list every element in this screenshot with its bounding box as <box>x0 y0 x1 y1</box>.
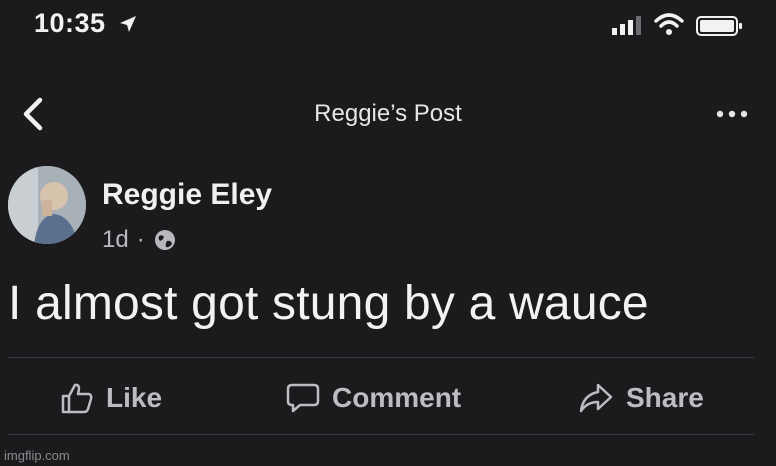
more-dots-icon[interactable] <box>712 100 752 128</box>
wifi-icon <box>654 13 684 35</box>
watermark: imgflip.com <box>4 448 70 463</box>
comment-button[interactable]: Comment <box>286 378 461 418</box>
location-arrow-icon <box>120 16 136 32</box>
post-screen: 10:35 Reggie’s Post Reggie Eley 1d · I a… <box>0 0 776 466</box>
post-meta: 1d · <box>102 226 177 254</box>
post-text: I almost got stung by a wauce <box>8 277 649 330</box>
share-label: Share <box>626 382 704 413</box>
page-title: Reggie’s Post <box>314 100 462 127</box>
status-bar: 10:35 <box>0 0 776 56</box>
share-button[interactable]: Share <box>578 378 704 418</box>
meta-separator: · <box>136 226 145 253</box>
avatar[interactable] <box>8 166 86 244</box>
author-name[interactable]: Reggie Eley <box>102 178 272 212</box>
globe-icon <box>154 230 175 250</box>
signal-bars-icon <box>612 16 641 35</box>
status-time: 10:35 <box>34 8 106 38</box>
divider <box>8 434 754 435</box>
avatar-photo <box>8 166 86 244</box>
comment-label: Comment <box>332 382 462 413</box>
battery-icon <box>696 16 742 36</box>
like-button[interactable]: Like <box>60 378 162 418</box>
thumbs-up-icon <box>61 383 93 414</box>
comment-bubble-icon <box>286 383 320 413</box>
share-arrow-icon <box>579 383 613 413</box>
divider <box>8 357 754 358</box>
like-label: Like <box>106 382 163 413</box>
post-time: 1d <box>102 226 129 253</box>
